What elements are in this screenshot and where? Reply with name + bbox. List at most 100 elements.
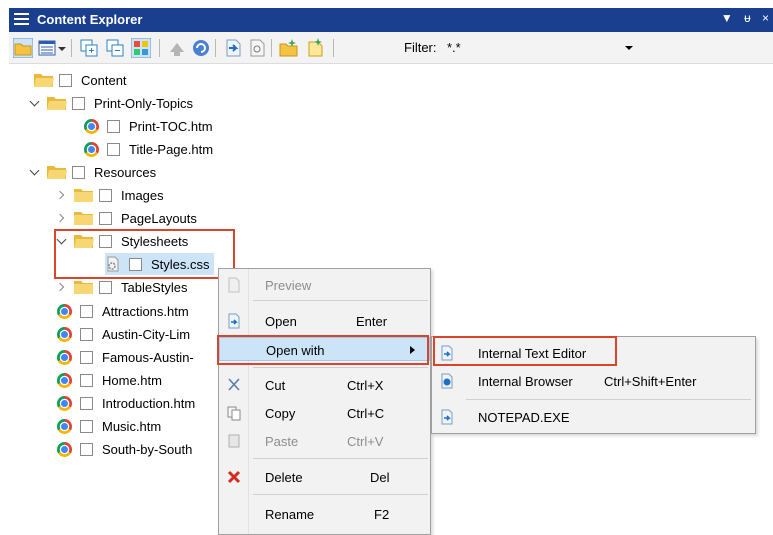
checkbox[interactable] bbox=[107, 119, 120, 133]
expand-all-icon[interactable] bbox=[79, 38, 99, 58]
folder-view-icon[interactable] bbox=[13, 38, 33, 58]
menu-item-open[interactable]: Open Enter bbox=[219, 309, 430, 333]
checkbox[interactable] bbox=[107, 142, 120, 156]
chrome-icon bbox=[57, 441, 72, 457]
tree-item-famous-austin[interactable]: Famous-Austin- bbox=[55, 346, 194, 368]
menu-item-copy[interactable]: Copy Ctrl+C bbox=[219, 401, 430, 425]
checkbox[interactable] bbox=[72, 96, 85, 110]
menu-item-cut[interactable]: Cut Ctrl+X bbox=[219, 373, 430, 397]
folder-icon bbox=[74, 188, 93, 202]
submenu-item-notepad[interactable]: NOTEPAD.EXE bbox=[432, 405, 755, 429]
tree-item-title-page[interactable]: Title-Page.htm bbox=[82, 138, 213, 160]
close-icon[interactable]: × bbox=[762, 11, 769, 25]
submenu-item-internal-browser[interactable]: Internal Browser Ctrl+Shift+Enter bbox=[432, 369, 755, 393]
menu-item-preview: Preview bbox=[219, 273, 430, 297]
checkbox[interactable] bbox=[80, 350, 93, 364]
chevron-down-icon[interactable] bbox=[29, 97, 41, 109]
open-icon bbox=[228, 313, 240, 329]
chrome-icon bbox=[57, 303, 72, 319]
browser-icon bbox=[441, 373, 453, 389]
tree-item-content[interactable]: Content bbox=[34, 69, 127, 91]
copy-icon bbox=[227, 406, 241, 421]
tree-item-music[interactable]: Music.htm bbox=[55, 415, 161, 437]
checkbox[interactable] bbox=[99, 280, 112, 294]
checkbox[interactable] bbox=[99, 211, 112, 225]
tree-item-south-by-southwest[interactable]: South-by-South bbox=[55, 438, 192, 460]
open-file-icon[interactable] bbox=[223, 38, 243, 58]
checkbox[interactable] bbox=[80, 327, 93, 341]
filter-label: Filter: bbox=[404, 40, 437, 55]
tree-item-attractions[interactable]: Attractions.htm bbox=[55, 300, 189, 322]
tree-item-images[interactable]: Images bbox=[56, 184, 164, 206]
chrome-icon bbox=[57, 349, 72, 365]
menu-separator bbox=[253, 300, 428, 301]
chevron-down-icon[interactable] bbox=[29, 166, 41, 178]
new-folder-icon[interactable] bbox=[279, 38, 299, 58]
chevron-right-icon[interactable] bbox=[56, 212, 68, 224]
content-explorer-titlebar: Content Explorer ▼ ᵾ × bbox=[9, 8, 773, 32]
tree-item-resources[interactable]: Resources bbox=[29, 161, 156, 183]
view-dropdown-arrow-icon[interactable] bbox=[57, 38, 67, 58]
filter-combobox[interactable]: *.* bbox=[447, 38, 637, 58]
chevron-right-icon[interactable] bbox=[56, 281, 68, 293]
tree-item-label: Print-TOC.htm bbox=[129, 118, 213, 134]
preview-file-icon[interactable] bbox=[247, 38, 267, 58]
tree-item-label: Images bbox=[121, 187, 164, 203]
folder-icon bbox=[74, 280, 93, 294]
hamburger-menu-icon[interactable] bbox=[14, 13, 29, 26]
context-menu: Preview Open Enter Open with Cut Ctrl+X … bbox=[218, 268, 431, 535]
menu-separator bbox=[253, 367, 428, 368]
tree-item-print-toc[interactable]: Print-TOC.htm bbox=[82, 115, 213, 137]
tree-view-icon[interactable] bbox=[37, 38, 57, 58]
new-item-icon[interactable] bbox=[305, 38, 325, 58]
toolbar: Filter: *.* bbox=[9, 32, 773, 64]
folder-open-icon bbox=[47, 165, 67, 179]
checkbox[interactable] bbox=[80, 304, 93, 318]
send-arrow-icon[interactable] bbox=[167, 38, 187, 58]
tree-item-label: Austin-City-Lim bbox=[102, 326, 191, 342]
tree-item-home[interactable]: Home.htm bbox=[55, 369, 162, 391]
dropdown-icon[interactable]: ▼ bbox=[721, 11, 733, 25]
tree-item-label: Resources bbox=[94, 164, 157, 180]
tree-item-pagelayouts[interactable]: PageLayouts bbox=[56, 207, 197, 229]
menu-item-paste: Paste Ctrl+V bbox=[219, 429, 430, 453]
refresh-icon[interactable] bbox=[191, 38, 211, 58]
collapse-all-icon[interactable] bbox=[105, 38, 125, 58]
notepad-icon bbox=[441, 409, 453, 425]
menu-item-delete[interactable]: Delete Del bbox=[219, 465, 430, 489]
tree-item-label: PageLayouts bbox=[121, 210, 197, 226]
tree-item-label: Famous-Austin- bbox=[102, 349, 194, 365]
checkbox[interactable] bbox=[80, 419, 93, 433]
checkbox[interactable] bbox=[80, 396, 93, 410]
tree-item-introduction[interactable]: Introduction.htm bbox=[55, 392, 195, 414]
filter-dropdown-icon[interactable] bbox=[625, 46, 633, 50]
chrome-icon bbox=[84, 141, 99, 157]
checkbox[interactable] bbox=[99, 188, 112, 202]
annotation-highlight-stylesheets bbox=[54, 229, 235, 279]
chevron-right-icon[interactable] bbox=[56, 189, 68, 201]
checkbox[interactable] bbox=[80, 373, 93, 387]
window-title: Content Explorer bbox=[37, 12, 143, 27]
tree-item-print-only-topics[interactable]: Print-Only-Topics bbox=[29, 92, 193, 114]
menu-separator bbox=[466, 399, 751, 400]
folder-icon bbox=[74, 211, 93, 225]
checkbox[interactable] bbox=[59, 73, 72, 87]
tree-item-label: Music.htm bbox=[102, 418, 162, 434]
paste-icon bbox=[228, 434, 240, 448]
menu-item-rename[interactable]: Rename F2 bbox=[219, 502, 430, 526]
tree-item-label: Attractions.htm bbox=[102, 303, 189, 319]
menu-separator bbox=[253, 458, 428, 459]
menu-separator bbox=[253, 494, 428, 495]
filter-value[interactable]: *.* bbox=[447, 40, 461, 55]
tree-item-label: TableStyles bbox=[121, 279, 188, 295]
tree-item-tablestyles[interactable]: TableStyles bbox=[56, 276, 187, 298]
tree-item-austin-city-limits[interactable]: Austin-City-Lim bbox=[55, 323, 190, 345]
chrome-icon bbox=[57, 395, 72, 411]
scissors-icon bbox=[228, 378, 240, 391]
delete-x-icon bbox=[227, 470, 241, 484]
color-grid-icon[interactable] bbox=[131, 38, 151, 58]
checkbox[interactable] bbox=[80, 442, 93, 456]
checkbox[interactable] bbox=[72, 165, 85, 179]
pin-icon[interactable]: ᵾ bbox=[744, 11, 751, 25]
chrome-icon bbox=[84, 118, 99, 134]
